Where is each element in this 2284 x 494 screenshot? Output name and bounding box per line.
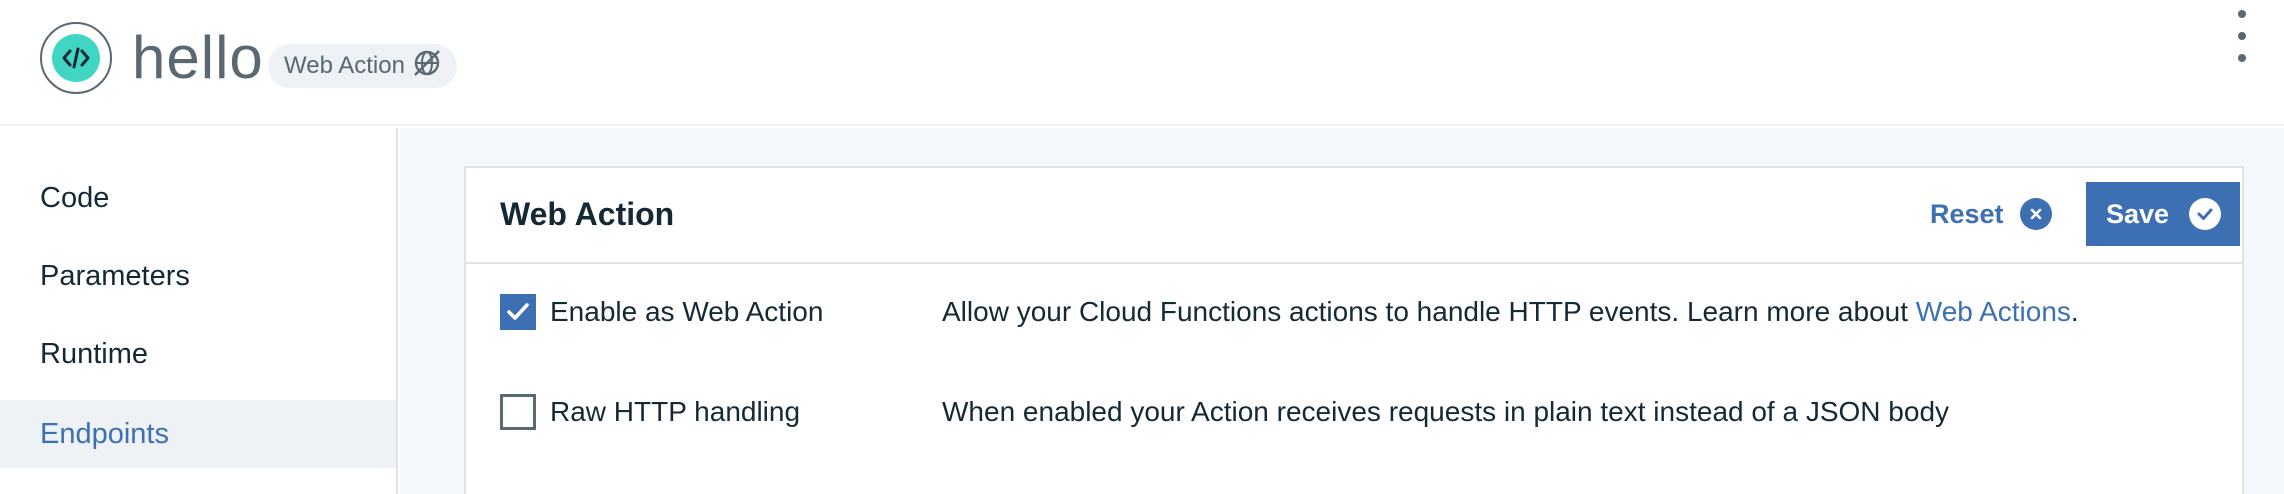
- web-globe-icon: [411, 47, 443, 86]
- web-actions-link[interactable]: Web Actions: [1916, 296, 2071, 327]
- app-header: hello Web Action: [0, 0, 2284, 126]
- reset-label: Reset: [1930, 198, 2004, 229]
- enable-web-action-checkbox[interactable]: [500, 294, 536, 330]
- action-logo: [40, 22, 112, 94]
- reset-button[interactable]: Reset: [1930, 182, 2052, 246]
- enable-web-action-description: Allow your Cloud Functions actions to ha…: [942, 296, 2079, 328]
- sidebar-item-code[interactable]: Code: [0, 164, 396, 232]
- badge-label: Web Action: [284, 52, 405, 79]
- web-action-badge: Web Action: [268, 44, 457, 88]
- option-row-enable-web-action: Enable as Web Action Allow your Cloud Fu…: [500, 292, 2240, 332]
- raw-http-checkbox[interactable]: [500, 394, 536, 430]
- option-row-raw-http: Raw HTTP handling When enabled your Acti…: [500, 392, 2240, 432]
- sidebar-nav: Code Parameters Runtime Endpoints: [0, 128, 398, 494]
- main-content: Web Action Reset Save Enable as Web Acti…: [400, 128, 2284, 494]
- checkmark-icon: [2189, 198, 2222, 230]
- raw-http-label[interactable]: Raw HTTP handling: [550, 396, 800, 428]
- sidebar-item-endpoints[interactable]: Endpoints: [0, 400, 396, 468]
- save-button[interactable]: Save: [2086, 182, 2240, 246]
- description-suffix: .: [2070, 296, 2079, 327]
- sidebar-item-runtime[interactable]: Runtime: [0, 320, 396, 388]
- raw-http-description: When enabled your Action receives reques…: [942, 396, 1950, 427]
- card-header: Web Action Reset Save: [466, 168, 2242, 264]
- save-label: Save: [2106, 198, 2170, 229]
- web-action-card: Web Action Reset Save Enable as Web Acti…: [464, 166, 2244, 494]
- enable-web-action-label[interactable]: Enable as Web Action: [550, 296, 823, 328]
- description-text: Allow your Cloud Functions actions to ha…: [942, 296, 1916, 327]
- checkmark-icon: [507, 303, 529, 320]
- sidebar-item-parameters[interactable]: Parameters: [0, 242, 396, 310]
- code-icon: [52, 34, 100, 82]
- close-icon: [2019, 198, 2052, 230]
- action-title: hello: [132, 24, 264, 91]
- card-title: Web Action: [500, 196, 675, 232]
- overflow-menu-icon[interactable]: [2230, 10, 2254, 62]
